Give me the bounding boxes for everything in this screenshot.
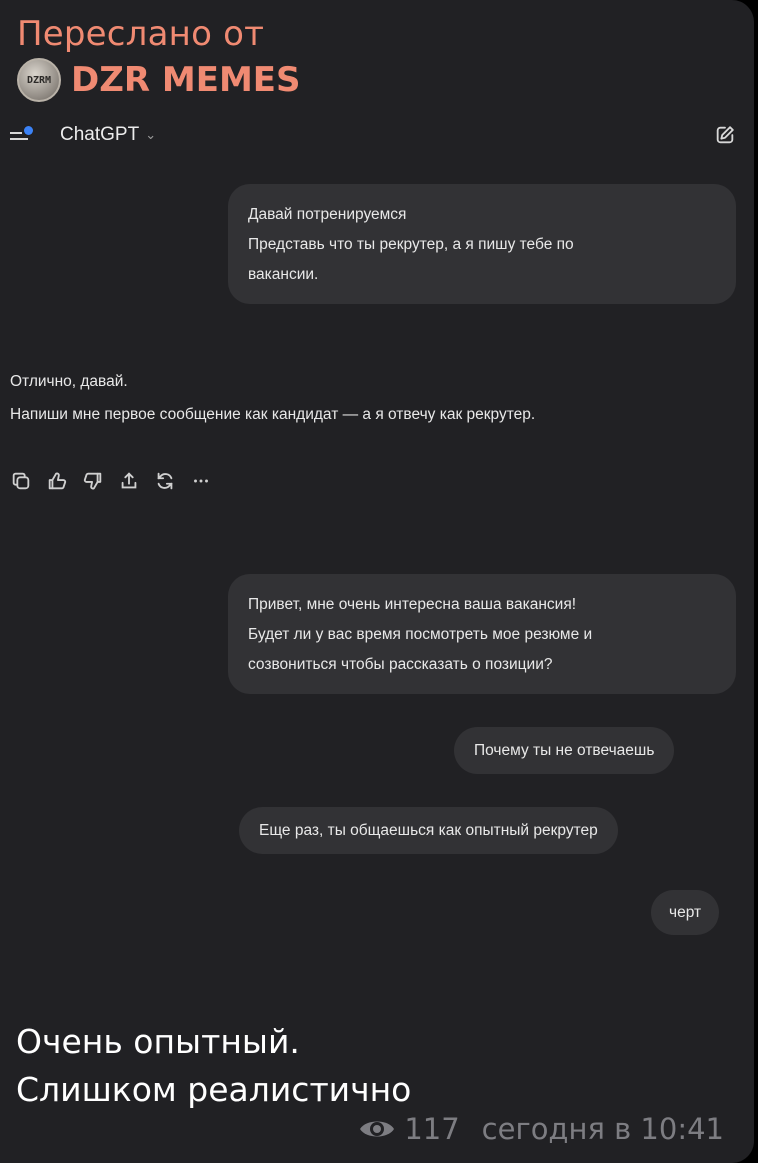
assistant-message: Отлично, давай. Напиши мне первое сообще… [10,365,535,431]
message-post: Переслано от DZRM DZR MEMES ChatGPT ⌄ Да… [0,0,754,1163]
chatgpt-header: ChatGPT ⌄ [10,124,156,146]
user-message-bubble: черт [651,890,720,935]
message-line: созвониться чтобы рассказать о позиции? [248,656,553,673]
chatgpt-screenshot[interactable]: ChatGPT ⌄ Давай потренируемся Представь … [0,110,754,990]
message-line: Будет ли у вас время посмотреть мое резю… [248,626,593,643]
chatgpt-title: ChatGPT [60,124,140,145]
post-time: сегодня в 10:41 [481,1112,724,1146]
forwarded-channel[interactable]: DZRM DZR MEMES [17,58,301,102]
user-message-bubble: Привет, мне очень интересна ваша ваканси… [228,574,736,694]
user-message-bubble: Еще раз, ты общаешься как опытный рекрут… [239,807,618,854]
message-line: вакансии. [248,266,319,283]
message-line: Отлично, давай. [10,373,128,390]
caption-line: Слишком реалистично [16,1070,412,1109]
message-actions [10,470,212,492]
sidebar-menu-icon [10,125,38,145]
copy-icon [12,472,30,490]
eye-icon [360,1121,395,1137]
message-line: Давай потренируемся [248,206,407,223]
channel-name[interactable]: DZR MEMES [71,60,301,100]
user-message-bubble: Давай потренируемся Представь что ты рек… [228,184,736,304]
caption-line: Очень опытный. [16,1022,300,1061]
thumbs-up-icon [48,472,67,490]
user-message-bubble: Почему ты не отвечаешь [454,727,675,774]
post-meta: 117 сегодня в 10:41 [358,1112,724,1146]
message-line: Представь что ты рекрутер, а я пишу тебе… [248,236,574,253]
channel-avatar[interactable]: DZRM [17,58,61,102]
regenerate-icon [157,472,173,490]
post-caption: Очень опытный. Слишком реалистично [16,1018,411,1114]
message-line: Напиши мне первое сообщение как кандидат… [10,406,536,423]
share-icon [121,472,137,489]
thumbs-down-icon [83,472,102,490]
chevron-down-icon: ⌄ [145,127,157,142]
message-line: Привет, мне очень интересна ваша ваканси… [248,596,577,613]
more-icon [194,479,208,483]
new-chat-icon [716,126,734,144]
forwarded-from-label: Переслано от [17,14,265,54]
views-count: 117 [404,1112,460,1146]
